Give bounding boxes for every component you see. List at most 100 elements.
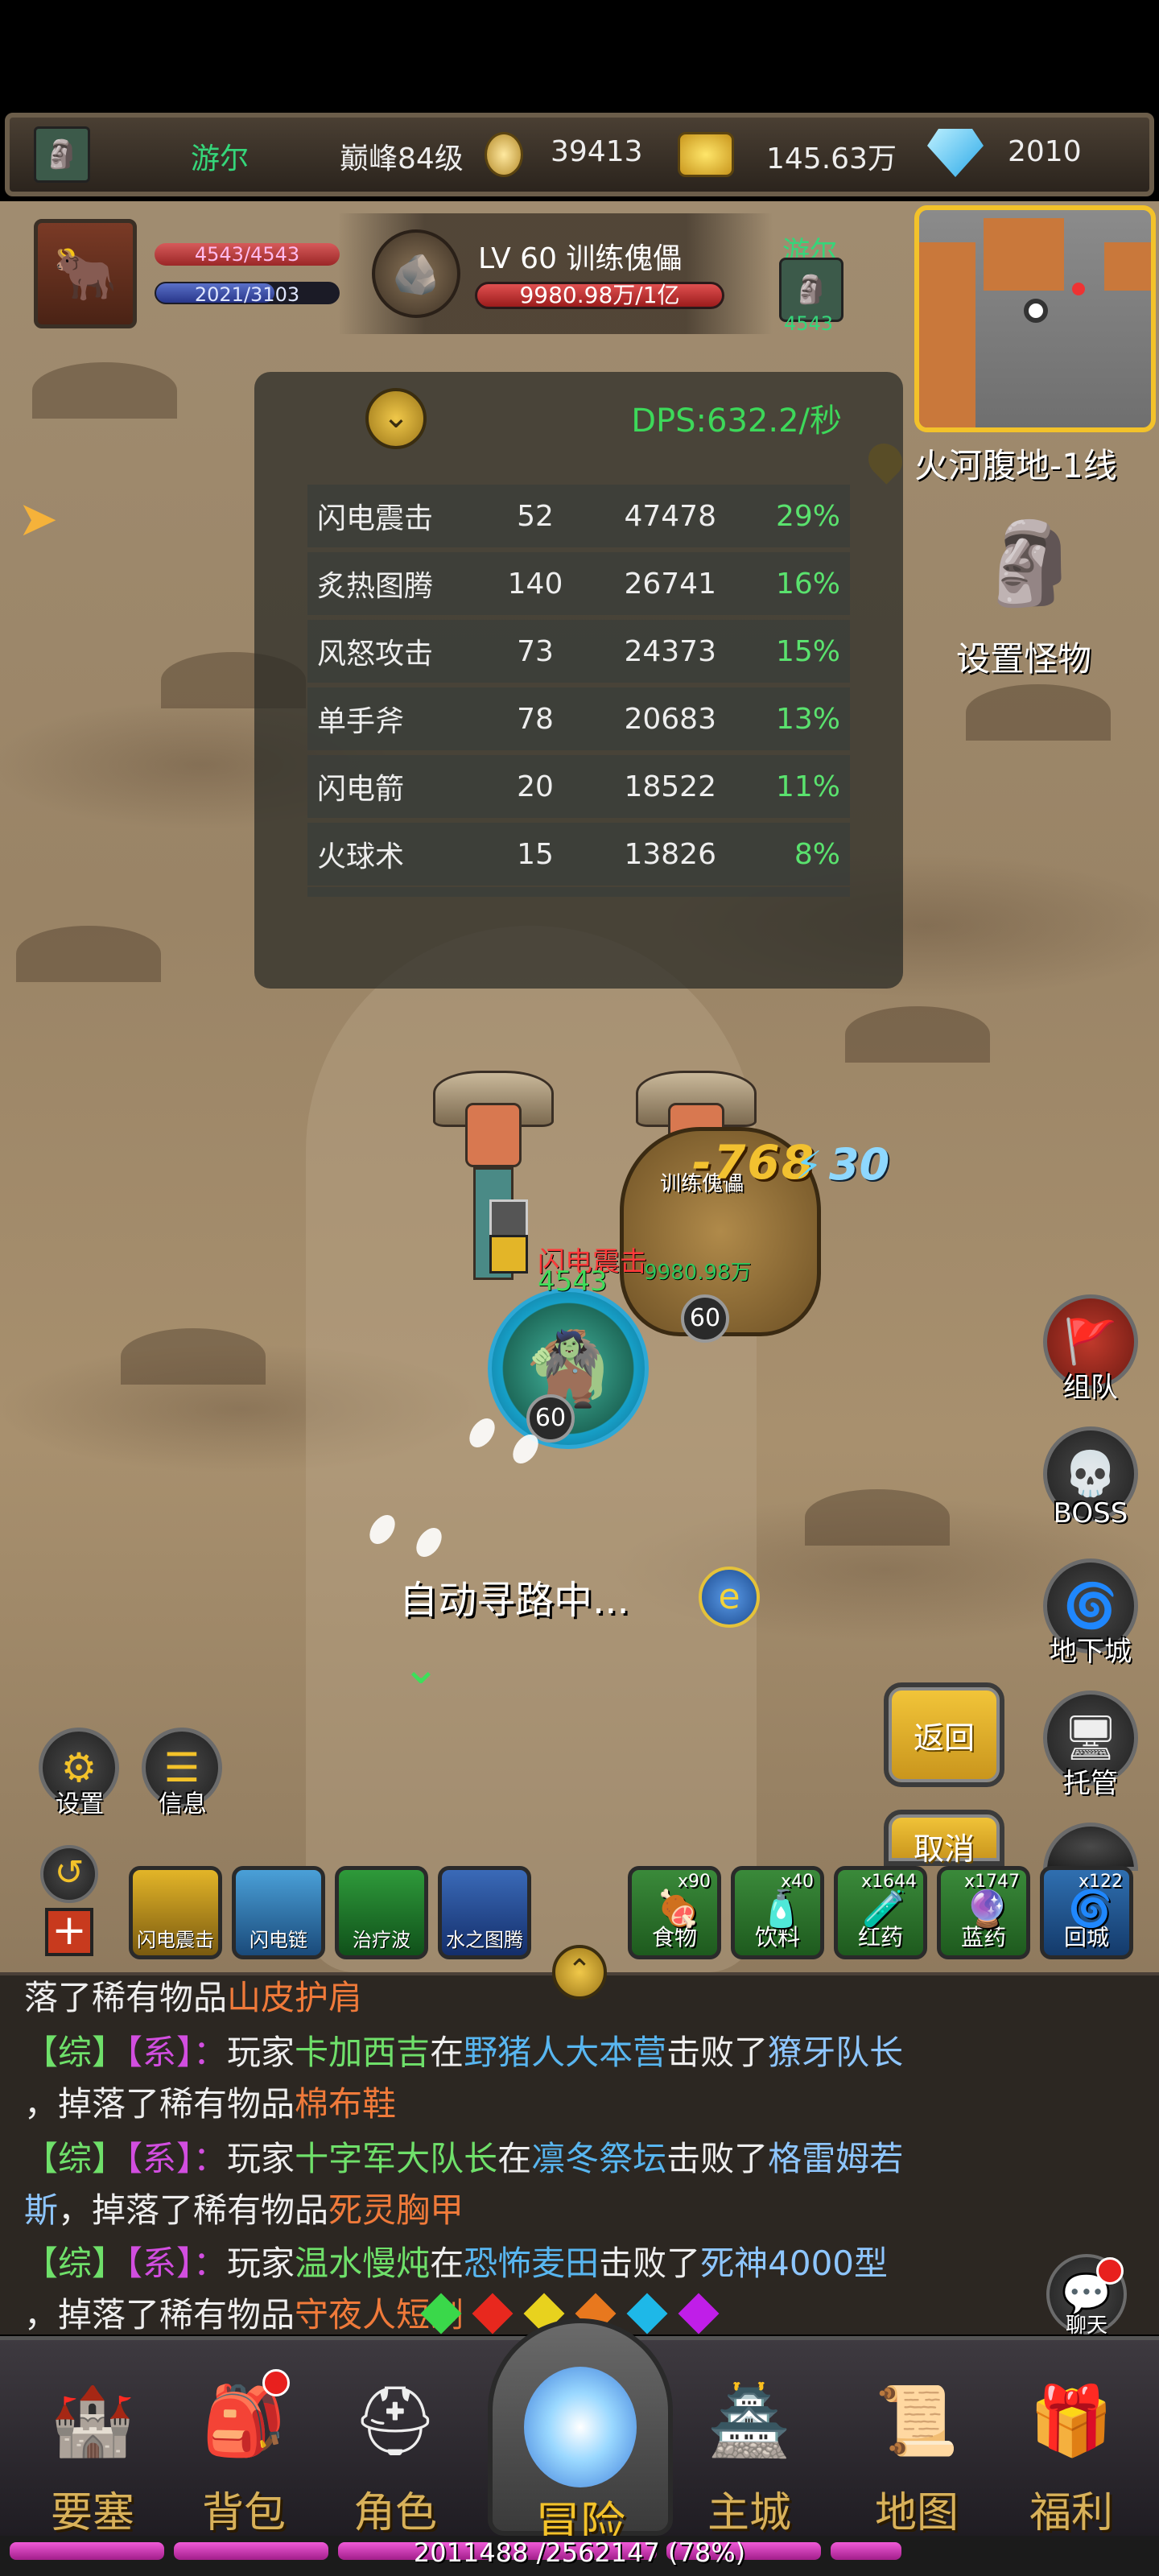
castle-icon: 🏯	[707, 2380, 792, 2460]
resource-bar: 🗿 游尔 巅峰84级 39413 145.63万 2010	[5, 113, 1154, 196]
rock-ridge	[16, 926, 161, 982]
nav-adventure[interactable]: 冒险	[480, 2318, 681, 2552]
dps-cell-pct: 8%	[724, 823, 850, 886]
diamond-value: 2010	[1008, 135, 1082, 168]
cancel-button[interactable]: 取消	[884, 1810, 1004, 1867]
enemy-marker-icon	[1072, 283, 1085, 295]
chat-text: 在	[497, 2139, 532, 2178]
chat-place: 野猪人大本营	[464, 2033, 667, 2072]
chat-text: 击败了	[599, 2244, 701, 2283]
nav-map[interactable]: 📜 地图	[848, 2340, 985, 2541]
nav-fortress[interactable]: 🏰 要塞	[24, 2340, 161, 2541]
nav-character[interactable]: ⛑ 角色	[327, 2340, 464, 2541]
item-slot-red-potion[interactable]: x1644 🧪 红药	[834, 1866, 927, 1959]
chat-item[interactable]: 棉布鞋	[295, 2084, 396, 2124]
blue-potion-icon: 🔮	[965, 1889, 1009, 1930]
totem-face	[465, 1103, 522, 1167]
lava-area	[984, 218, 1064, 291]
skill-slot-4[interactable]: 水之图腾	[438, 1866, 531, 1959]
chat-item[interactable]: 山皮护肩	[227, 1978, 362, 2017]
dps-cell-count: 52	[499, 485, 571, 547]
chat-system-tag: 【系】	[126, 2139, 194, 2178]
diamond-icon[interactable]	[927, 129, 984, 177]
dps-cell-count: 73	[499, 620, 571, 683]
rock-ridge	[805, 1489, 950, 1546]
dps-table: 闪电震击 52 47478 29% 炙热图腾 140 26741 16% 风怒攻击 73 24373…	[307, 480, 850, 890]
chat-player[interactable]: 卡加西吉	[295, 2033, 430, 2072]
lightning-icon: ⚡	[795, 1143, 823, 1188]
location-name[interactable]: 火河腹地-1线	[914, 439, 1117, 488]
chat-enemy: 獠牙队长	[768, 2033, 904, 2072]
axe-skill-icon	[489, 1199, 528, 1238]
nav-welfare[interactable]: 🎁 福利	[1003, 2340, 1140, 2541]
chat-line: 【综】【系】：玩家十字军大队长在凛冬祭坛击败了格雷姆若	[24, 2133, 903, 2185]
purple-gem-icon	[678, 2293, 720, 2334]
chat-player[interactable]: 十字军大队长	[295, 2139, 497, 2178]
chat-place: 凛冬祭坛	[531, 2139, 667, 2178]
rock-ridge	[966, 684, 1111, 741]
golem-level-badge: 60	[681, 1294, 729, 1343]
item-slot-return-town[interactable]: x122 🌀 回城	[1040, 1866, 1133, 1959]
chat-line: 【综】【系】：玩家卡加西吉在野猪人大本营击败了獠牙队长	[24, 2027, 903, 2079]
nav-main-city[interactable]: 🏯 主城	[681, 2340, 818, 2541]
portal-icon	[524, 2367, 637, 2487]
settings-label: 设置	[56, 1790, 104, 1818]
dps-cell-pct: 13%	[724, 687, 850, 750]
rock-ridge	[32, 362, 177, 419]
reset-icon[interactable]: ↺	[40, 1845, 98, 1903]
item-slot-blue-potion[interactable]: x1747 🔮 蓝药	[937, 1866, 1030, 1959]
minimap[interactable]	[914, 205, 1156, 432]
nav-label: 福利	[1029, 2489, 1113, 2537]
dps-cell-name: 炙热图腾	[307, 552, 499, 615]
chat-text: 玩家	[227, 2244, 295, 2283]
set-monster-label[interactable]: 设置怪物	[956, 632, 1091, 681]
combo-number: 30	[829, 1139, 890, 1190]
team-label: 组队	[1063, 1372, 1118, 1404]
skill-slot-1[interactable]: 闪电震击	[129, 1866, 222, 1959]
player-avatar[interactable]: 🐂	[34, 219, 137, 328]
dps-panel: ⌄ DPS:632.2/秒 闪电震击 52 47478 29% 炙热图腾 140 26741…	[254, 372, 903, 989]
lightning-skill-icon	[489, 1235, 528, 1274]
nav-label: 地图	[874, 2489, 959, 2537]
auto-path-icon[interactable]: e	[699, 1567, 760, 1628]
system-status-bar	[0, 0, 1159, 109]
skill-slot-2[interactable]: 闪电链	[232, 1866, 325, 1959]
nav-label: 角色	[353, 2489, 437, 2537]
dps-cell-count: 140	[499, 552, 571, 615]
totem-icon[interactable]: 🗿	[34, 126, 90, 183]
destination-marker-icon: ⌄	[402, 1642, 440, 1695]
return-button[interactable]: 返回	[884, 1682, 1004, 1787]
player-name: 游尔	[191, 142, 250, 175]
item-slot-food[interactable]: x90 🍖 食物	[628, 1866, 721, 1959]
dps-cell-name: 风怒攻击	[307, 620, 499, 683]
chat-text: 击败了	[666, 2033, 769, 2072]
nav-label: 要塞	[50, 2489, 134, 2537]
skill-slot-3[interactable]: 治疗波	[335, 1866, 428, 1959]
dungeon-icon: 🌀	[1063, 1580, 1118, 1631]
chat-text: ，掉落了稀有物品	[24, 2084, 295, 2124]
set-monster-icon[interactable]: 🗿	[958, 483, 1103, 644]
experience-bar: 2011488 /2562147 (78%)	[0, 2536, 1159, 2576]
chat-expand-icon[interactable]: ⌃	[552, 1945, 607, 2000]
add-skill-button[interactable]: +	[45, 1908, 93, 1956]
dps-cell-name: 火球术	[307, 823, 499, 886]
chat-text: 在	[430, 2033, 464, 2072]
gold-icon[interactable]	[678, 132, 734, 177]
dps-row: 风怒攻击 73 24373 15%	[307, 620, 850, 683]
peak-level: 巅峰84级	[340, 142, 464, 175]
chat-line: 斯，掉落了稀有物品死灵胸甲	[24, 2185, 464, 2236]
chat-sep: ：	[193, 2139, 228, 2178]
collapse-chevron-icon[interactable]: ⌄	[365, 388, 427, 449]
nav-backpack[interactable]: 🎒 背包	[175, 2340, 312, 2541]
chat-player[interactable]: 温水慢炖	[295, 2244, 430, 2283]
chat-item[interactable]: 死灵胸甲	[328, 2190, 464, 2230]
golem-portrait-icon[interactable]: 🪨	[372, 229, 460, 318]
item-slot-drink[interactable]: x40 🧴 饮料	[731, 1866, 824, 1959]
dps-cell-damage: 18522	[571, 755, 724, 818]
dps-cell-damage: 24373	[571, 620, 724, 683]
golem-hp-text: 9980.98万	[644, 1261, 752, 1285]
expand-arrow-icon[interactable]: ➤	[18, 495, 74, 543]
skull-icon: 💀	[1063, 1448, 1118, 1499]
green-gem-icon	[420, 2293, 462, 2334]
auto-pathing-text: 自动寻路中...	[399, 1578, 629, 1623]
